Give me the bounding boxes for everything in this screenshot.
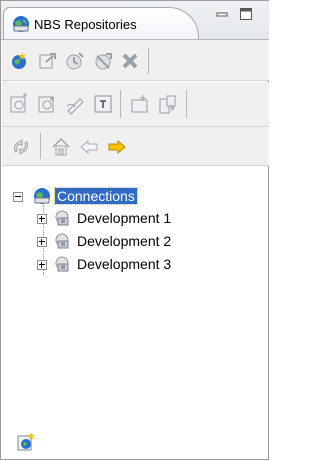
new-item-icon[interactable] bbox=[8, 93, 30, 115]
toolbar-separator bbox=[148, 48, 149, 74]
toolbar-separator bbox=[40, 133, 41, 159]
tab-nbs-repositories[interactable]: NBS Repositories bbox=[3, 7, 199, 39]
home-icon[interactable] bbox=[50, 136, 72, 158]
expand-toggle[interactable] bbox=[37, 260, 47, 270]
new-connection-icon[interactable] bbox=[15, 431, 37, 453]
expand-toggle[interactable] bbox=[37, 237, 47, 247]
tree-node-development-1[interactable]: Development 1 bbox=[35, 209, 255, 229]
properties-icon[interactable] bbox=[92, 93, 114, 115]
connection-server-icon bbox=[53, 255, 71, 273]
disconnect-icon[interactable] bbox=[64, 50, 86, 72]
tree-node-label: Development 1 bbox=[77, 210, 172, 226]
maximize-icon[interactable] bbox=[239, 7, 253, 21]
connections-globe-icon bbox=[33, 187, 51, 205]
tree-node-label: Development 3 bbox=[77, 256, 172, 272]
minimize-icon[interactable] bbox=[215, 7, 229, 21]
repositories-view: NBS Repositories Connections Development… bbox=[0, 0, 269, 460]
tree-node-label: Development 2 bbox=[77, 233, 172, 249]
tree-node-development-3[interactable]: Development 3 bbox=[35, 255, 255, 275]
back-arrow-icon[interactable] bbox=[78, 136, 100, 158]
toolbar-row-1 bbox=[2, 40, 269, 81]
toolbar-separator bbox=[186, 90, 187, 118]
sync-icon[interactable] bbox=[10, 136, 32, 158]
tree-node-development-2[interactable]: Development 2 bbox=[35, 232, 255, 252]
delete-icon[interactable] bbox=[119, 50, 141, 72]
tree-node-label: Connections bbox=[54, 187, 138, 205]
new-version-icon[interactable] bbox=[36, 93, 58, 115]
tab-title: NBS Repositories bbox=[34, 17, 137, 32]
toolbar-row-3 bbox=[2, 127, 269, 166]
connect-icon[interactable] bbox=[36, 50, 58, 72]
add-repository-icon[interactable] bbox=[8, 50, 30, 72]
toolbar-separator bbox=[120, 90, 121, 118]
repository-globe-icon bbox=[12, 15, 30, 33]
collapse-toggle[interactable] bbox=[13, 192, 23, 202]
toolbar-row-2 bbox=[2, 82, 269, 127]
expand-toggle[interactable] bbox=[37, 214, 47, 224]
connection-server-icon bbox=[53, 209, 71, 227]
tree-node-connections[interactable]: Connections bbox=[11, 187, 251, 207]
remove-connection-icon[interactable] bbox=[92, 50, 114, 72]
forward-arrow-icon[interactable] bbox=[106, 136, 128, 158]
new-folder-icon[interactable] bbox=[129, 93, 151, 115]
view-title-bar: NBS Repositories bbox=[1, 1, 269, 40]
edit-icon[interactable] bbox=[64, 93, 86, 115]
connection-server-icon bbox=[53, 232, 71, 250]
export-icon[interactable] bbox=[157, 93, 179, 115]
